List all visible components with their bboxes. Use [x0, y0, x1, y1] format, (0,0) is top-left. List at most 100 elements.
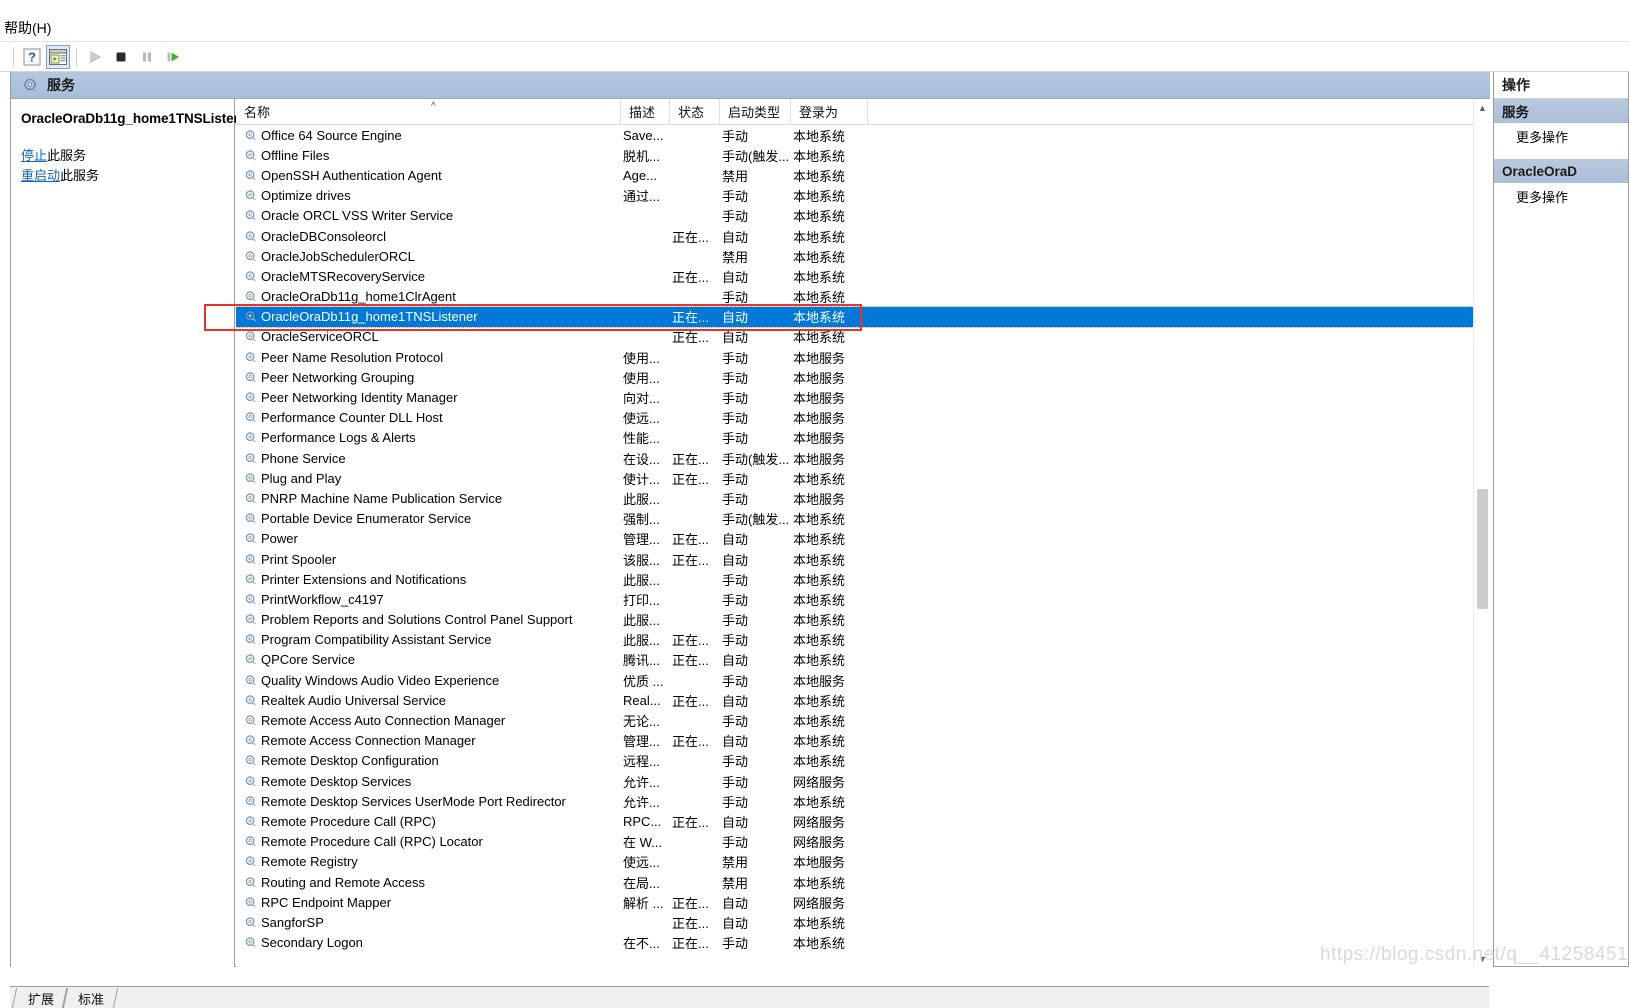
table-row[interactable]: Performance Counter DLL Host 使远... 手动 本地服务	[236, 408, 1473, 428]
table-row[interactable]: Remote Registry 使远... 禁用 本地服务	[236, 852, 1473, 872]
column-header-description[interactable]: 描述	[621, 99, 670, 125]
table-row[interactable]: Offline Files 脱机... 手动(触发... 本地系统	[236, 145, 1473, 165]
cell-service-name: Remote Desktop Services UserMode Port Re…	[236, 794, 621, 809]
table-row[interactable]: Remote Desktop Configuration 远程... 手动 本地系统	[236, 751, 1473, 771]
table-row[interactable]: Program Compatibility Assistant Service 此…	[236, 630, 1473, 650]
table-row[interactable]: QPCore Service 腾讯... 正在... 自动 本地系统	[236, 650, 1473, 670]
cell-logon-as: 本地系统	[793, 310, 846, 326]
cell-description: Age...	[623, 167, 657, 183]
table-row[interactable]: Peer Name Resolution Protocol 使用... 手动 本地服务	[236, 347, 1473, 367]
menu-item-help[interactable]: 帮助(H)	[0, 18, 55, 38]
stop-service-link[interactable]: 停止	[21, 148, 47, 163]
cell-description: 使远...	[623, 411, 660, 427]
table-row[interactable]: Oracle ORCL VSS Writer Service 手动 本地系统	[236, 206, 1473, 226]
column-header-startup-type[interactable]: 启动类型	[720, 99, 791, 125]
cell-logon-as: 本地系统	[793, 512, 846, 528]
table-row[interactable]: PrintWorkflow_c4197 打印... 手动 本地系统	[236, 589, 1473, 609]
pause-service-icon[interactable]	[135, 45, 159, 69]
table-row[interactable]: Problem Reports and Solutions Control Pa…	[236, 610, 1473, 630]
help-icon[interactable]: ?	[20, 45, 44, 69]
service-gear-icon	[244, 472, 257, 485]
table-row[interactable]: Routing and Remote Access 在局... 禁用 本地系统	[236, 872, 1473, 892]
table-row[interactable]: OracleOraDb11g_home1TNSListener 正在... 自动 本地…	[236, 305, 1473, 328]
scroll-down-arrow-icon[interactable]: ▼	[1474, 950, 1490, 967]
service-gear-icon	[244, 795, 257, 808]
service-name-label: OracleJobSchedulerORCL	[261, 248, 415, 264]
service-gear-icon	[244, 330, 257, 343]
show-action-pane-icon[interactable]	[46, 44, 70, 69]
table-row[interactable]: OracleDBConsoleorcl 正在... 自动 本地系统	[236, 226, 1473, 246]
table-row[interactable]: Remote Desktop Services UserMode Port Re…	[236, 791, 1473, 811]
table-row[interactable]: SangforSP 正在... 自动 本地系统	[236, 912, 1473, 932]
table-row[interactable]: Realtek Audio Universal Service Real... 正在…	[236, 690, 1473, 710]
table-row[interactable]: Printer Extensions and Notifications 此服..…	[236, 569, 1473, 589]
services-gear-icon	[21, 76, 39, 94]
scrollbar-thumb[interactable]	[1477, 489, 1488, 609]
services-list-scrollbar[interactable]: ▲ ▼	[1473, 99, 1490, 967]
column-header-name[interactable]: 名称 ^	[236, 99, 621, 125]
tab-standard[interactable]: 标准	[68, 988, 119, 1008]
restart-service-suffix: 此服务	[60, 168, 100, 183]
stop-service-link-row[interactable]: 停止此服务	[21, 146, 224, 166]
table-row[interactable]: OracleServiceORCL 正在... 自动 本地系统	[236, 327, 1473, 347]
cell-service-name: Remote Access Connection Manager	[236, 733, 621, 748]
table-row[interactable]: PNRP Machine Name Publication Service 此服.…	[236, 488, 1473, 508]
service-name-label: Peer Networking Grouping	[261, 369, 415, 385]
restart-service-link-row[interactable]: 重启动此服务	[21, 166, 224, 186]
table-row[interactable]: Performance Logs & Alerts 性能... 手动 本地服务	[236, 428, 1473, 448]
cell-startup-type: 手动	[722, 714, 749, 730]
cell-status: 正在...	[672, 734, 709, 750]
cell-service-name: Routing and Remote Access	[236, 875, 621, 890]
table-row[interactable]: Quality Windows Audio Video Experience 优质…	[236, 670, 1473, 690]
table-row[interactable]: OracleJobSchedulerORCL 禁用 本地系统	[236, 246, 1473, 266]
table-row[interactable]: OracleMTSRecoveryService 正在... 自动 本地系统	[236, 266, 1473, 286]
table-row[interactable]: Peer Networking Grouping 使用... 手动 本地服务	[236, 367, 1473, 387]
column-header-logon-as[interactable]: 登录为	[791, 99, 868, 125]
table-row[interactable]: Peer Networking Identity Manager 向对... 手动 本…	[236, 387, 1473, 407]
cell-startup-type: 手动	[722, 835, 749, 851]
service-gear-icon	[244, 452, 257, 465]
cell-description: 在局...	[623, 875, 660, 891]
column-header-status[interactable]: 状态	[670, 99, 720, 125]
cell-logon-as: 本地系统	[793, 572, 846, 588]
table-row[interactable]: Portable Device Enumerator Service 强制... 手…	[236, 509, 1473, 529]
table-row[interactable]: Remote Access Auto Connection Manager 无论.…	[236, 710, 1473, 730]
cell-startup-type: 手动	[722, 794, 749, 810]
start-service-icon[interactable]	[83, 45, 107, 69]
table-row[interactable]: Print Spooler 该服... 正在... 自动 本地系统	[236, 549, 1473, 569]
restart-service-link[interactable]: 重启动	[21, 168, 60, 183]
cell-logon-as: 本地系统	[793, 330, 846, 346]
service-gear-icon	[244, 230, 257, 243]
actions-selected-service-more-actions[interactable]: 更多操作	[1494, 183, 1628, 209]
cell-description: 此服...	[623, 491, 660, 507]
cell-status: 正在...	[672, 915, 709, 931]
stop-service-icon[interactable]	[109, 45, 133, 69]
table-row[interactable]: Remote Desktop Services 允许... 手动 网络服务	[236, 771, 1473, 791]
table-row[interactable]: OpenSSH Authentication Agent Age... 禁用 本地系统	[236, 165, 1473, 185]
table-row[interactable]: OracleOraDb11g_home1ClrAgent 手动 本地系统	[236, 287, 1473, 307]
tab-extended[interactable]: 扩展	[18, 988, 69, 1008]
services-list-rows[interactable]: Office 64 Source Engine Save... 手动 本地系统 Offl…	[236, 125, 1473, 967]
cell-description: 使远...	[623, 855, 660, 871]
table-row[interactable]: RPC Endpoint Mapper 解析 ... 正在... 自动 网络服务	[236, 892, 1473, 912]
cell-description: 脱机...	[623, 148, 660, 164]
table-row[interactable]: Office 64 Source Engine Save... 手动 本地系统	[236, 125, 1473, 145]
cell-service-name: Quality Windows Audio Video Experience	[236, 673, 621, 688]
cell-status: 正在...	[672, 633, 709, 649]
table-row[interactable]: Remote Procedure Call (RPC) RPC... 正在... 自动…	[236, 811, 1473, 831]
cell-startup-type: 手动(触发...	[722, 512, 790, 528]
cell-startup-type: 自动	[722, 310, 749, 326]
table-row[interactable]: Plug and Play 使计... 正在... 手动 本地系统	[236, 468, 1473, 488]
table-row[interactable]: Secondary Logon 在不... 正在... 手动 本地系统	[236, 933, 1473, 953]
table-row[interactable]: Remote Access Connection Manager 管理... 正在.…	[236, 731, 1473, 751]
table-row[interactable]: Optimize drives 通过... 手动 本地系统	[236, 186, 1473, 206]
cell-logon-as: 本地系统	[793, 693, 846, 709]
actions-services-more-actions[interactable]: 更多操作	[1494, 123, 1628, 149]
service-gear-icon	[244, 916, 257, 929]
scroll-up-arrow-icon[interactable]: ▲	[1474, 99, 1490, 116]
cell-startup-type: 手动	[722, 290, 749, 306]
table-row[interactable]: Power 管理... 正在... 自动 本地系统	[236, 529, 1473, 549]
restart-service-icon[interactable]	[161, 45, 185, 69]
table-row[interactable]: Phone Service 在设... 正在... 手动(触发... 本地服务	[236, 448, 1473, 468]
table-row[interactable]: Remote Procedure Call (RPC) Locator 在 W..…	[236, 832, 1473, 852]
